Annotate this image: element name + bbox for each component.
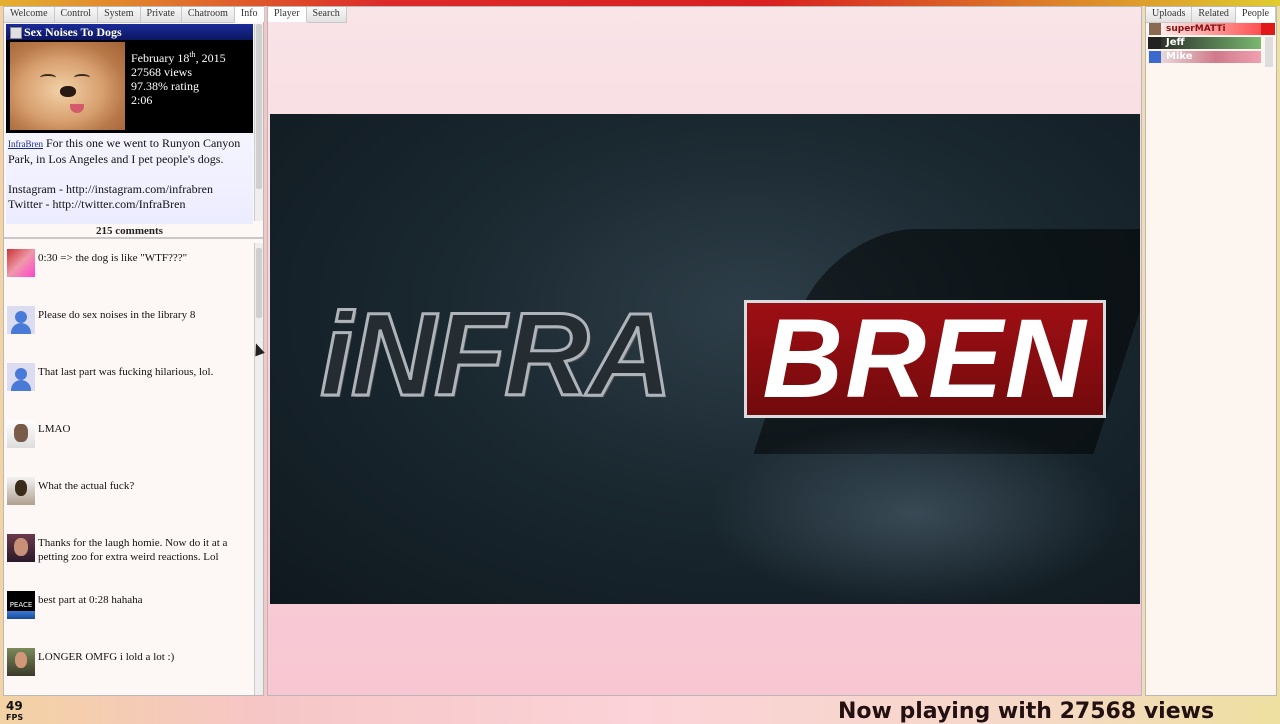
- avatar[interactable]: [7, 420, 35, 448]
- person-name: superMATTi: [1166, 24, 1226, 34]
- uploader-link[interactable]: InfraBren: [8, 139, 43, 149]
- smoke-effect: [690, 414, 1140, 604]
- video-rating: 97.38% rating: [131, 79, 199, 93]
- tab-info[interactable]: Info: [234, 7, 265, 22]
- now-playing-status: Now playing with 27568 views: [838, 700, 1215, 724]
- tab-welcome[interactable]: Welcome: [4, 7, 55, 23]
- list-item: LONGER OMFG i lold a lot :): [6, 648, 252, 705]
- tab-chatroom[interactable]: Chatroom: [181, 7, 235, 23]
- person-name: Jeff: [1166, 37, 1185, 48]
- person-avatar-icon: [1149, 37, 1161, 49]
- list-item: 0:30 => the dog is like "WTF???": [6, 249, 252, 306]
- avatar[interactable]: PEACE: [7, 591, 35, 619]
- tab-uploads[interactable]: Uploads: [1146, 7, 1193, 23]
- tab-people[interactable]: People: [1235, 7, 1277, 22]
- person-avatar-icon: [1149, 51, 1161, 63]
- dog-eye-right: [74, 74, 90, 81]
- info-scrollbar[interactable]: [254, 24, 263, 221]
- person-item[interactable]: Mike: [1148, 51, 1261, 63]
- user-icon[interactable]: [7, 363, 35, 391]
- person-item[interactable]: Jeff: [1148, 37, 1261, 49]
- video-icon: [10, 27, 22, 39]
- tab-search[interactable]: Search: [306, 7, 347, 23]
- video-title-bar: Sex Noises To Dogs: [6, 24, 253, 40]
- video-views: 27568 views: [131, 65, 192, 79]
- dog-tongue: [70, 104, 84, 113]
- fps-label: FPS: [6, 713, 24, 722]
- list-item: What the actual fuck?: [6, 477, 252, 534]
- fps-value: 49: [6, 699, 23, 713]
- comment-text: Please do sex noises in the library 8: [38, 309, 196, 321]
- list-item: Please do sex noises in the library 8: [6, 306, 252, 363]
- comment-text: 0:30 => the dog is like "WTF???": [38, 252, 188, 264]
- list-item: Thanks for the laugh homie. Now do it at…: [6, 534, 252, 591]
- list-item: PEACE best part at 0:28 hahaha: [6, 591, 252, 648]
- comments-list: 0:30 => the dog is like "WTF???" Please …: [6, 249, 252, 705]
- avatar[interactable]: [7, 477, 35, 505]
- video-summary: February 18th, 2015 27568 views 97.38% r…: [6, 40, 253, 133]
- people-scrollbar[interactable]: [1265, 37, 1273, 67]
- comment-text: Thanks for the laugh homie. Now do it at…: [38, 537, 228, 563]
- right-panel: Uploads Related People superMATTi Jeff M…: [1145, 6, 1277, 696]
- tab-control[interactable]: Control: [54, 7, 99, 23]
- video-info: Sex Noises To Dogs February 18th, 2015 2…: [6, 24, 253, 224]
- tab-private[interactable]: Private: [140, 7, 182, 23]
- instagram-line: Instagram - http://instagram.com/infrabr…: [8, 182, 213, 196]
- dog-eye-left: [40, 74, 56, 81]
- user-icon[interactable]: [7, 306, 35, 334]
- tab-related[interactable]: Related: [1192, 7, 1236, 23]
- person-avatar-icon: [1149, 23, 1161, 35]
- status-indicator: [1261, 23, 1275, 35]
- list-item: LMAO: [6, 420, 252, 477]
- avatar[interactable]: [7, 534, 35, 562]
- comment-text: LMAO: [38, 423, 71, 435]
- center-panel: Player Search iNFRA BREN: [267, 6, 1142, 696]
- list-item: That last part was fucking hilarious, lo…: [6, 363, 252, 420]
- video-description: InfraBren For this one we went to Runyon…: [6, 133, 253, 212]
- person-item[interactable]: superMATTi: [1148, 23, 1261, 35]
- twitter-line: Twitter - http://twitter.com/InfraBren: [8, 197, 186, 211]
- comment-text: best part at 0:28 hahaha: [38, 594, 143, 606]
- video-title: Sex Noises To Dogs: [24, 25, 122, 39]
- dog-nose: [60, 86, 76, 97]
- comment-text: That last part was fucking hilarious, lo…: [38, 366, 214, 378]
- info-scroll-thumb[interactable]: [256, 24, 262, 189]
- logo-text-bren: BREN: [744, 300, 1106, 418]
- video-thumbnail[interactable]: [10, 42, 125, 130]
- center-tabs: Player Search: [268, 7, 347, 23]
- video-player[interactable]: iNFRA BREN: [270, 114, 1140, 604]
- comments-count: 215 comments: [96, 225, 163, 237]
- left-tabs: Welcome Control System Private Chatroom …: [4, 7, 265, 23]
- comments-scrollbar[interactable]: [254, 243, 263, 695]
- right-tabs: Uploads Related People: [1146, 7, 1277, 23]
- avatar[interactable]: [7, 648, 35, 676]
- tab-player[interactable]: Player: [268, 7, 307, 22]
- video-date: February 18th, 2015: [131, 50, 226, 65]
- video-duration: 2:06: [131, 93, 153, 107]
- logo-text-infra: iNFRA: [319, 289, 675, 422]
- divider: [4, 237, 263, 239]
- comment-text: What the actual fuck?: [38, 480, 135, 492]
- avatar-text: PEACE: [9, 601, 33, 609]
- tab-system[interactable]: System: [98, 7, 141, 23]
- comment-text: LONGER OMFG i lold a lot :): [38, 651, 175, 663]
- video-meta: February 18th, 2015 27568 views 97.38% r…: [131, 48, 226, 107]
- person-name: Mike: [1166, 51, 1193, 62]
- description-text: For this one we went to Runyon Canyon Pa…: [8, 136, 241, 166]
- comments-scroll-thumb[interactable]: [256, 248, 262, 318]
- avatar[interactable]: [7, 249, 35, 277]
- left-panel: Welcome Control System Private Chatroom …: [3, 6, 265, 696]
